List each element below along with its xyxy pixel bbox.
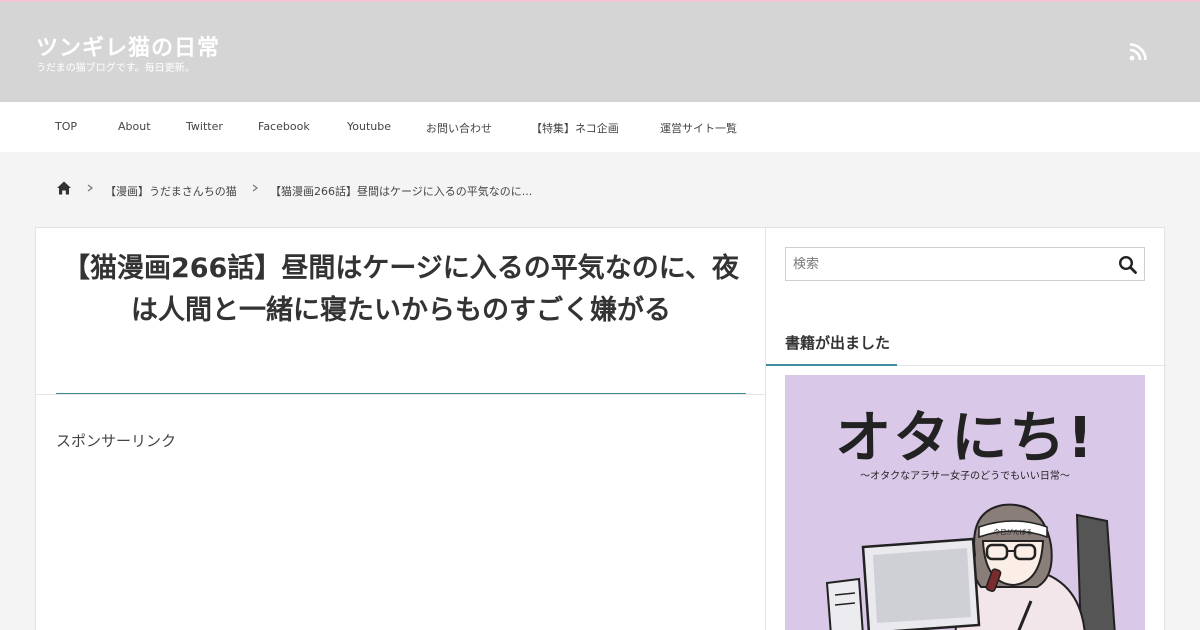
- divider: [36, 394, 767, 395]
- home-icon[interactable]: [56, 180, 72, 196]
- search-icon[interactable]: [1118, 255, 1138, 275]
- rss-icon[interactable]: [1129, 43, 1147, 61]
- book-cover-image[interactable]: オタにち! 〜オタクなアラサー女子のどうでもいい日常〜 今日がんばる: [785, 375, 1145, 630]
- site-title[interactable]: ツンギレ猫の日常: [36, 30, 220, 62]
- nav-item-top[interactable]: TOP: [55, 120, 77, 133]
- article-main: 【猫漫画266話】昼間はケージに入るの平気なのに、夜は人間と一緒に寝たいからもの…: [35, 227, 767, 630]
- page-title: 【猫漫画266話】昼間はケージに入るの平気なのに、夜は人間と一緒に寝たいからもの…: [62, 253, 739, 326]
- breadcrumb-category[interactable]: 【漫画】うだまさんちの猫: [105, 183, 237, 199]
- search-input[interactable]: [786, 248, 1106, 280]
- title-underline: [56, 393, 746, 394]
- chevron-right-icon: [252, 184, 258, 192]
- breadcrumb-current: 【猫漫画266話】昼間はケージに入るの平気なのに...: [270, 185, 533, 198]
- chevron-right-icon: [87, 184, 93, 192]
- headband-text: 今日がんばる: [994, 527, 1033, 536]
- sidebar: 書籍が出ました オタにち! 〜オタクなアラサー女子のどうでもいい日常〜 今日がん…: [765, 227, 1166, 630]
- site-header: ツンギレ猫の日常 うだまの猫ブログです。毎日更新。: [0, 2, 1200, 102]
- site-description: うだまの猫ブログです。毎日更新。: [36, 63, 195, 74]
- nav-item-facebook[interactable]: Facebook: [258, 120, 310, 133]
- global-nav: TOP About Twitter Facebook Youtube お問い合わ…: [0, 102, 1200, 152]
- widget-title-underline: [766, 364, 897, 366]
- nav-item-twitter[interactable]: Twitter: [186, 120, 223, 133]
- nav-item-sites[interactable]: 運営サイト一覧: [660, 120, 737, 136]
- breadcrumb: 【漫画】うだまさんちの猫 【猫漫画266話】昼間はケージに入るの平気なのに...: [0, 152, 1200, 228]
- nav-item-youtube[interactable]: Youtube: [347, 120, 391, 133]
- sponsor-label: スポンサーリンク: [56, 432, 177, 450]
- book-title: オタにち!: [835, 406, 1095, 471]
- search-form: [785, 247, 1145, 281]
- nav-item-about[interactable]: About: [118, 120, 151, 133]
- nav-item-contact[interactable]: お問い合わせ: [426, 120, 492, 136]
- widget-title: 書籍が出ました: [785, 334, 891, 352]
- book-illustration: 今日がんばる: [825, 503, 1116, 630]
- nav-item-feature[interactable]: 【特集】ネコ企画: [531, 120, 619, 136]
